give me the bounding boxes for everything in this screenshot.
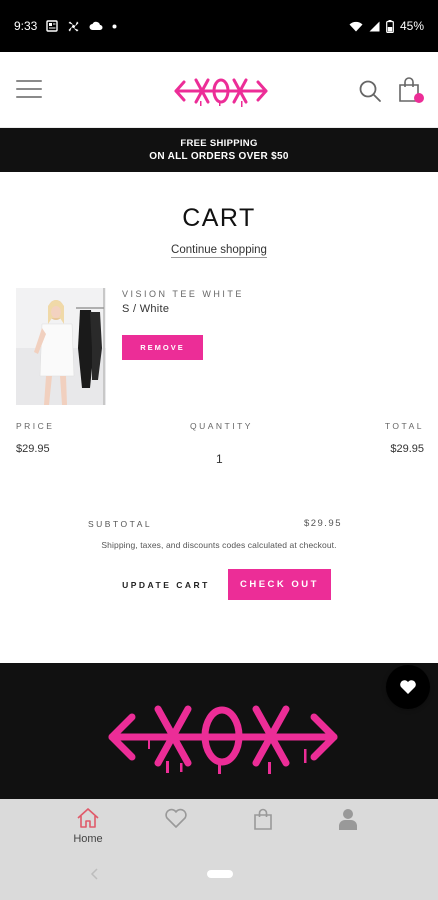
price-column-header: PRICE [16,421,55,431]
battery-percent: 45% [399,19,424,33]
continue-shopping: Continue shopping [0,244,438,258]
banner-line-1: FREE SHIPPING [180,138,258,149]
nav-home[interactable]: Home [58,807,118,845]
update-cart-button[interactable]: UPDATE CART [120,574,212,596]
home-icon [77,808,99,828]
banner-line-2: ON ALL ORDERS OVER $50 [149,151,289,162]
product-variant: S / White [122,303,170,315]
hamburger-line [16,88,42,90]
item-price: $29.95 [16,443,50,455]
wishlist-fab[interactable] [386,665,430,709]
xox-logo[interactable] [174,74,268,108]
heart-icon [165,808,187,828]
search-button[interactable] [358,79,382,103]
xox-footer-logo [108,705,338,774]
home-gesture-pill[interactable] [207,870,233,878]
site-footer [0,663,438,799]
battery-icon [386,19,394,33]
bottom-nav: Home [0,799,438,900]
user-icon [339,809,357,830]
remove-button[interactable]: REMOVE [122,335,203,360]
news-icon [46,20,59,32]
quantity-input[interactable]: 1 [216,452,223,466]
item-total: $29.95 [390,443,424,455]
product-image[interactable] [16,288,106,405]
back-gesture-icon[interactable] [90,868,100,880]
heart-icon [400,680,416,694]
cloud-icon [89,21,103,31]
signal-icon [369,21,380,32]
status-bar: 9:33 45% [0,0,438,52]
continue-shopping-link[interactable]: Continue shopping [171,244,267,258]
site-header [0,52,438,128]
nav-wishlist[interactable] [146,807,206,829]
shopping-bag-icon [254,808,272,830]
menu-button[interactable] [16,80,42,102]
product-name[interactable]: VISION TEE WHITE [122,289,244,299]
checkout-button[interactable]: CHECK OUT [228,569,331,600]
nav-home-label: Home [73,833,103,845]
page-title: CART [182,204,256,232]
status-time: 9:33 [14,19,38,33]
quantity-column-header: QUANTITY [190,421,253,431]
fan-icon [67,20,80,33]
free-shipping-banner: FREE SHIPPING ON ALL ORDERS OVER $50 [0,128,438,172]
hamburger-line [16,80,42,82]
subtotal-value: $29.95 [303,518,342,529]
shipping-note: Shipping, taxes, and discounts codes cal… [101,540,337,550]
nav-account[interactable] [318,807,378,831]
subtotal-label: SUBTOTAL [88,519,153,529]
hamburger-line [16,96,42,98]
search-icon [359,80,381,102]
total-column-header: TOTAL [384,421,424,431]
cart-badge [414,93,424,103]
cart-button[interactable] [398,77,424,105]
nav-cart[interactable] [233,807,293,831]
dot-icon [112,24,117,29]
app-screen: 9:33 45% FREE SHIPPING ON ALL ORDERS OVE… [0,0,438,900]
wifi-icon [349,21,363,32]
